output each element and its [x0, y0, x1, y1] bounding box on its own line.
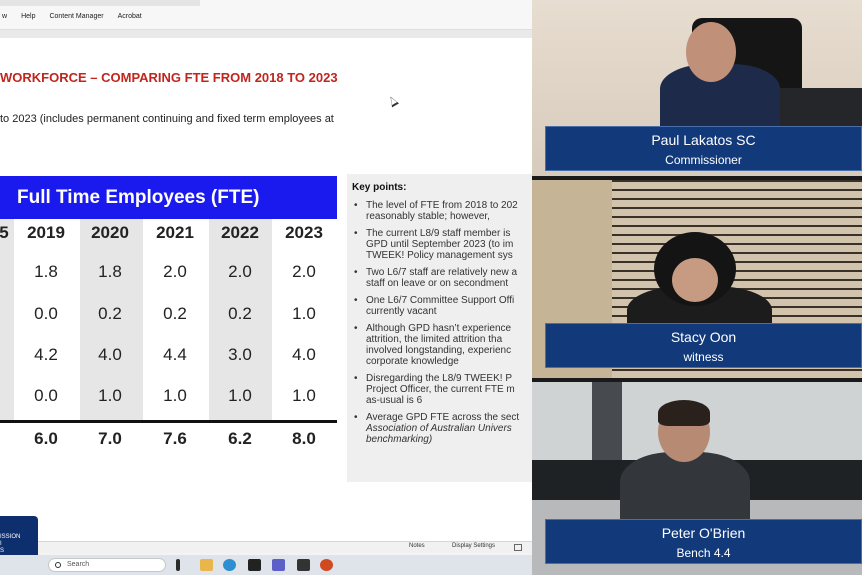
- file-explorer-icon[interactable]: [200, 559, 213, 571]
- key-point: The level of FTE from 2018 to 202 reason…: [352, 200, 532, 222]
- table-cell: 1.0: [292, 304, 316, 323]
- participant-role: witness: [683, 350, 724, 364]
- video-tile-bench: Peter O'Brien Bench 4.4: [532, 382, 862, 575]
- ribbon: w Help Content Manager Acrobat: [0, 0, 532, 30]
- participant-role: Commissioner: [665, 153, 742, 167]
- table-cell: 1.0: [98, 386, 122, 405]
- app-icon[interactable]: [248, 559, 261, 571]
- normal-view-icon[interactable]: [514, 544, 522, 551]
- key-point: Although GPD hasn’t experience attrition…: [352, 323, 532, 367]
- table-cell: 0.0: [34, 304, 58, 323]
- total-cell: 7.0: [98, 429, 122, 448]
- table-cell: 2.0: [292, 262, 316, 281]
- key-point: Two L6/7 staff are relatively new a staf…: [352, 267, 532, 289]
- participant-name: Paul Lakatos SC: [651, 132, 756, 148]
- key-point: One L6/7 Committee Support Offi currentl…: [352, 295, 532, 317]
- key-points-title: Key points:: [352, 182, 407, 193]
- table-cell: 4.0: [98, 345, 122, 364]
- taskbar: Search: [0, 555, 532, 575]
- table-cell: 0.2: [228, 304, 252, 323]
- total-cell: 8.0: [292, 429, 316, 448]
- teams-icon[interactable]: [272, 559, 285, 571]
- participant-name: Stacy Oon: [670, 329, 737, 345]
- participant-name: Peter O'Brien: [661, 525, 746, 541]
- table-row: 0.0 0.2 0.2 0.2 1.0: [0, 304, 337, 334]
- person-head: [672, 258, 718, 302]
- column-header: 2019: [27, 223, 65, 242]
- table-cell: 0.2: [98, 304, 122, 323]
- key-point: Disregarding the L8/9 TWEEK! P Project O…: [352, 373, 532, 406]
- table-cell: 0.2: [163, 304, 187, 323]
- person-body: [620, 452, 750, 527]
- column-header: 2020: [91, 223, 129, 242]
- ribbon-tabs-faint: [0, 0, 200, 6]
- menu-item-content-manager[interactable]: Content Manager: [49, 13, 103, 20]
- total-cell: 6.2: [228, 429, 252, 448]
- table-row: 4.2 4.0 4.4 3.0 4.0: [0, 345, 337, 375]
- column-header: 2022: [221, 223, 259, 242]
- mouse-cursor-icon: [387, 94, 399, 108]
- menu-item-view[interactable]: w: [2, 13, 7, 20]
- table-total-row: 6.0 7.0 7.6 6.2 8.0: [0, 429, 337, 459]
- ribbon-menu: w Help Content Manager Acrobat: [0, 13, 142, 20]
- table-cell: 2.0: [163, 262, 187, 281]
- table-header-row: 5 2019 2020 2021 2022 2023: [0, 223, 337, 253]
- total-cell: 6.0: [34, 429, 58, 448]
- video-tile-witness: Stacy Oon witness: [532, 180, 862, 378]
- taskbar-search-input[interactable]: Search: [48, 558, 166, 572]
- table-row: 0.0 1.0 1.0 1.0 1.0: [0, 386, 337, 416]
- table-cell: 1.0: [228, 386, 252, 405]
- status-bar: Notes Display Settings: [0, 541, 532, 553]
- table-cell: 1.0: [292, 386, 316, 405]
- person-head: [686, 22, 736, 82]
- name-plate: Stacy Oon witness: [545, 323, 862, 368]
- person-hair: [658, 400, 710, 426]
- table-cell: 4.4: [163, 345, 187, 364]
- task-view-icon[interactable]: [176, 559, 180, 571]
- table-cell: 1.8: [98, 262, 122, 281]
- name-plate: Paul Lakatos SC Commissioner: [545, 126, 862, 171]
- edge-browser-icon[interactable]: [223, 559, 236, 571]
- acrobat-icon[interactable]: [297, 559, 310, 571]
- key-points-box: Key points: The level of FTE from 2018 t…: [347, 174, 532, 482]
- fte-table-header: Full Time Employees (FTE): [0, 176, 337, 219]
- slide-title: WORKFORCE – COMPARING FTE FROM 2018 TO 2…: [0, 70, 338, 85]
- table-cell: 1.0: [163, 386, 187, 405]
- table-cell: 4.2: [34, 345, 58, 364]
- key-point: The current L8/9 staff member is GPD unt…: [352, 228, 532, 261]
- menu-item-help[interactable]: Help: [21, 13, 35, 20]
- slide-canvas: WORKFORCE – COMPARING FTE FROM 2018 TO 2…: [0, 30, 532, 543]
- door-frame: [592, 382, 622, 462]
- table-cell: 3.0: [228, 345, 252, 364]
- key-point: Average GPD FTE across the sect Associat…: [352, 412, 532, 445]
- notes-button[interactable]: Notes: [409, 543, 425, 549]
- table-cell: 4.0: [292, 345, 316, 364]
- table-cell: 0.0: [34, 386, 58, 405]
- participant-role: Bench 4.4: [676, 546, 731, 560]
- menu-item-acrobat[interactable]: Acrobat: [118, 13, 142, 20]
- table-cell: 2.0: [228, 262, 252, 281]
- shared-screen: w Help Content Manager Acrobat WORKFORCE…: [0, 0, 532, 575]
- slide: WORKFORCE – COMPARING FTE FROM 2018 TO 2…: [0, 38, 532, 543]
- column-header: 2023: [285, 223, 323, 242]
- table-cell: 1.8: [34, 262, 58, 281]
- column-header: 2021: [156, 223, 194, 242]
- table-row: 1.8 1.8 2.0 2.0 2.0: [0, 262, 337, 292]
- slide-subtitle: to 2023 (includes permanent continuing a…: [0, 113, 334, 125]
- video-tile-commissioner: Paul Lakatos SC Commissioner: [532, 0, 862, 176]
- powerpoint-icon[interactable]: [320, 559, 333, 571]
- total-divider: [0, 420, 337, 423]
- total-cell: 7.6: [163, 429, 187, 448]
- search-icon: [55, 562, 61, 568]
- name-plate: Peter O'Brien Bench 4.4: [545, 519, 862, 564]
- display-settings-button[interactable]: Display Settings: [452, 543, 495, 549]
